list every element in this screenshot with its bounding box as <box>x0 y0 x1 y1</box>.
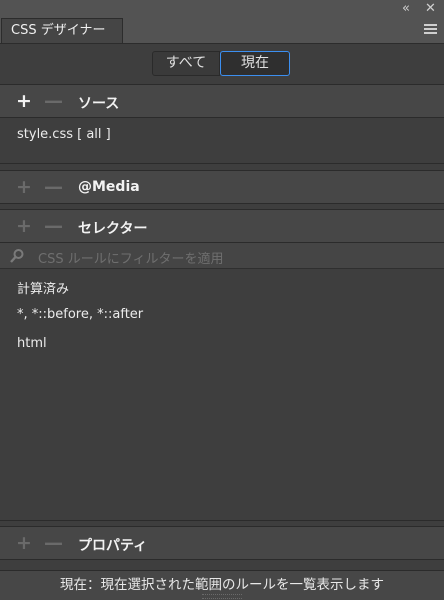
status-text: 現在：現在選択された範囲のルールを一覧表示します <box>60 577 384 593</box>
source-item[interactable]: style.css [ all ] <box>17 127 111 142</box>
window-controls: « ✕ <box>0 0 444 18</box>
media-header: + — @Media <box>0 170 444 204</box>
selector-item[interactable]: *, *::before, *::after <box>17 307 143 322</box>
selectors-title: セレクター <box>78 221 148 237</box>
sources-title: ソース <box>78 96 120 112</box>
mode-all-button[interactable]: すべて <box>152 51 220 76</box>
add-source-button[interactable]: + <box>16 91 32 111</box>
divider <box>0 163 444 164</box>
divider <box>0 520 444 521</box>
selector-item[interactable]: html <box>17 336 47 351</box>
css-designer-panel: すべて 現在 + — ソース style.css [ all ] + — @Me… <box>0 44 444 600</box>
remove-media-button[interactable]: — <box>44 177 63 197</box>
collapse-icon[interactable]: « <box>402 1 410 17</box>
filter-input[interactable]: CSS ルールにフィルターを適用 <box>38 248 223 267</box>
media-title: @Media <box>78 179 140 195</box>
add-selector-button[interactable]: + <box>16 216 32 236</box>
search-icon <box>10 249 24 263</box>
selector-item[interactable]: 計算済み <box>17 278 69 297</box>
tab-css-designer[interactable]: CSS デザイナー <box>1 18 123 43</box>
selectors-header: + — セレクター <box>0 209 444 243</box>
remove-selector-button[interactable]: — <box>44 216 63 236</box>
add-property-button[interactable]: + <box>16 533 32 553</box>
close-icon[interactable]: ✕ <box>425 1 436 17</box>
tab-bar: CSS デザイナー <box>0 18 444 44</box>
resize-grip[interactable] <box>202 594 242 599</box>
selector-filter[interactable]: CSS ルールにフィルターを適用 <box>0 243 444 269</box>
properties-title: プロパティ <box>78 538 148 554</box>
properties-header: + — プロパティ <box>0 526 444 560</box>
panel-menu-icon[interactable] <box>424 24 437 36</box>
sources-header: + — ソース <box>0 84 444 118</box>
mode-toggle: すべて 現在 <box>152 51 290 76</box>
status-bar: 現在：現在選択された範囲のルールを一覧表示します <box>0 570 444 600</box>
mode-current-button[interactable]: 現在 <box>220 51 290 76</box>
add-media-button[interactable]: + <box>16 177 32 197</box>
remove-source-button[interactable]: — <box>44 91 63 111</box>
remove-property-button[interactable]: — <box>44 533 63 553</box>
